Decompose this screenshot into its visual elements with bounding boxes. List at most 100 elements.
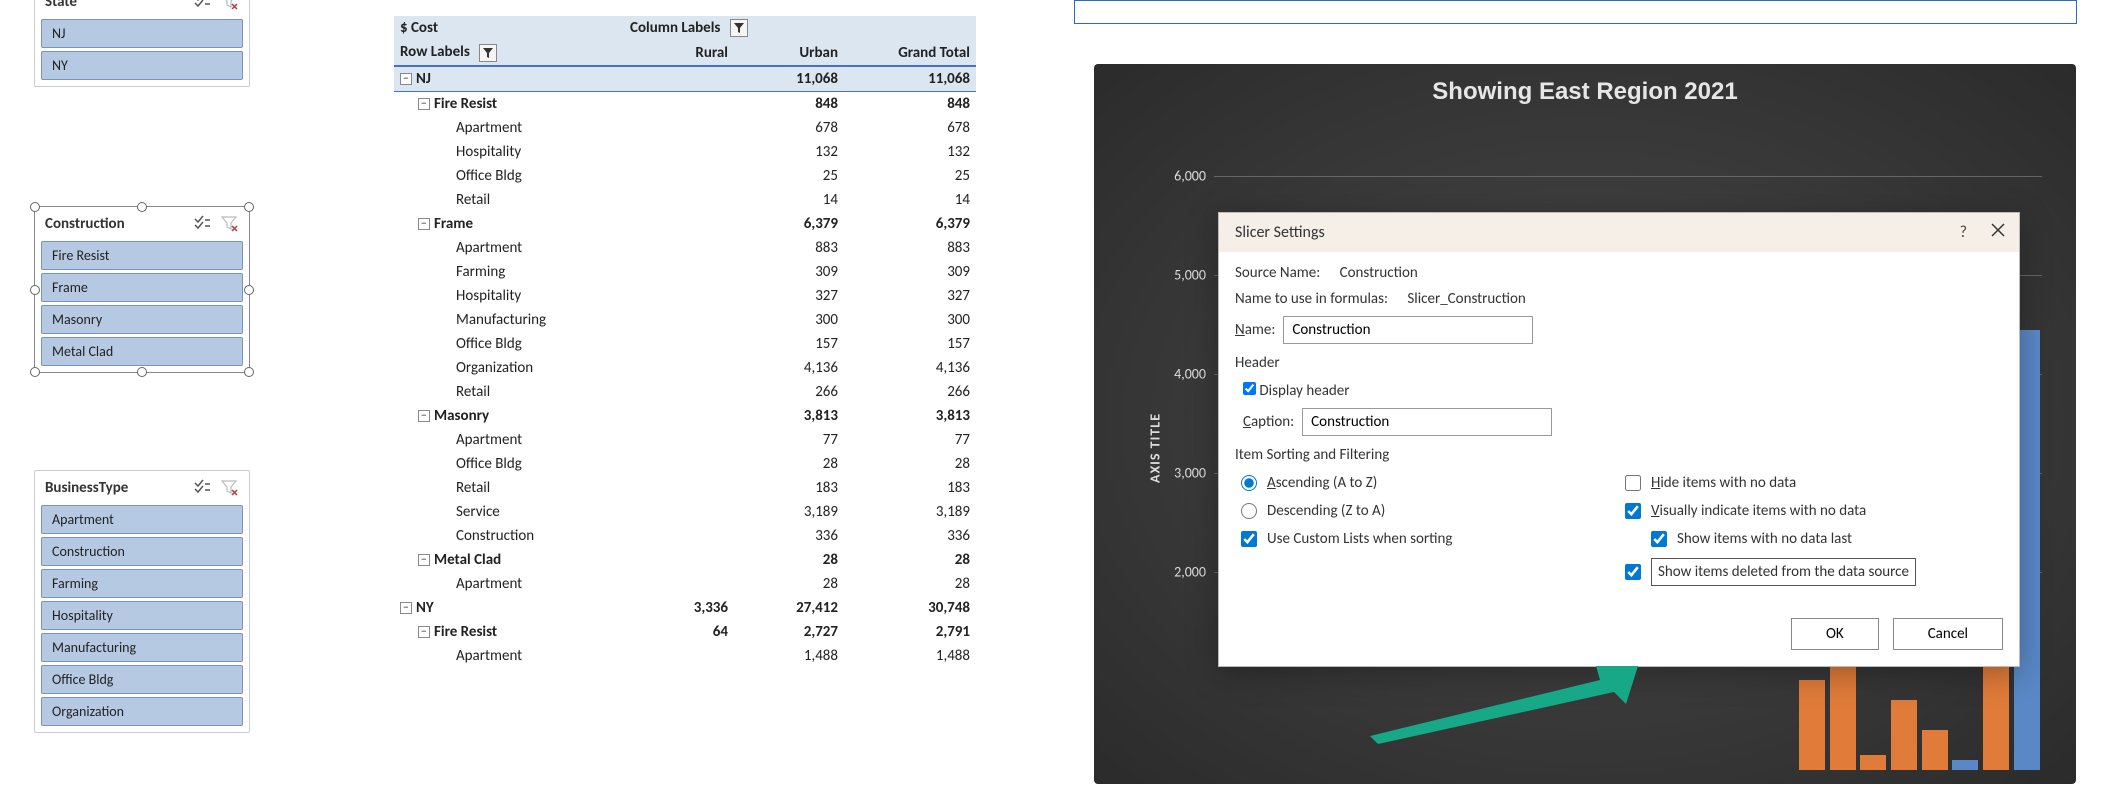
slicer-item-construction[interactable]: Construction	[41, 537, 243, 566]
collapse-icon[interactable]: −	[418, 218, 430, 230]
slicer-item-masonry[interactable]: Masonry	[41, 305, 243, 334]
pivot-row[interactable]: Office Bldg2525	[394, 164, 976, 188]
pivot-row[interactable]: Office Bldg2828	[394, 452, 976, 476]
pivot-row[interactable]: Manufacturing300300	[394, 308, 976, 332]
pivot-row[interactable]: Organization4,1364,136	[394, 356, 976, 380]
slicer-item-hospitality[interactable]: Hospitality	[41, 601, 243, 630]
pivot-row[interactable]: Apartment1,4881,488	[394, 644, 976, 668]
resize-handle[interactable]	[244, 202, 254, 212]
name-input[interactable]	[1283, 316, 1533, 344]
pivot-cell: 336	[734, 524, 844, 548]
slicer-businesstype-items: Apartment Construction Farming Hospitali…	[39, 505, 245, 728]
collapse-icon[interactable]: −	[418, 410, 430, 422]
slicer-state-title: State	[45, 0, 77, 11]
resize-handle[interactable]	[244, 285, 254, 295]
column-filter-icon[interactable]	[730, 19, 748, 37]
pivot-cell: 3,189	[844, 500, 976, 524]
collapse-icon[interactable]: −	[400, 602, 412, 614]
pivot-row[interactable]: Apartment2828	[394, 572, 976, 596]
resize-handle[interactable]	[244, 367, 254, 377]
slicer-construction-title: Construction	[45, 215, 125, 233]
help-icon[interactable]: ?	[1960, 223, 1967, 242]
cancel-button[interactable]: Cancel	[1893, 618, 2003, 650]
pivot-row[interactable]: Retail1414	[394, 188, 976, 212]
y-tick-label: 3,000	[1174, 464, 1206, 481]
resize-handle[interactable]	[137, 367, 147, 377]
pivot-cell: 77	[734, 428, 844, 452]
pivot-table[interactable]: $ Cost Column Labels Row Labels Rural Ur…	[394, 16, 976, 668]
pivot-row[interactable]: −Metal Clad2828	[394, 548, 976, 572]
slicer-item-office[interactable]: Office Bldg	[41, 665, 243, 694]
caption-input[interactable]	[1302, 408, 1552, 436]
slicer-construction[interactable]: Construction Fire Resist Frame Masonry M…	[34, 206, 250, 373]
pivot-row[interactable]: Apartment883883	[394, 236, 976, 260]
clear-filter-icon[interactable]	[221, 215, 239, 233]
pivot-row-label: Frame	[434, 215, 473, 233]
pivot-cell: 183	[734, 476, 844, 500]
multiselect-icon[interactable]	[193, 0, 211, 11]
dialog-titlebar[interactable]: Slicer Settings ?	[1219, 213, 2019, 252]
pivot-row[interactable]: −Frame6,3796,379	[394, 212, 976, 236]
pivot-row[interactable]: Construction336336	[394, 524, 976, 548]
slicer-item-metal-clad[interactable]: Metal Clad	[41, 337, 243, 366]
slicer-businesstype[interactable]: BusinessType Apartment Construction Farm…	[34, 470, 250, 733]
pivot-row[interactable]: Service3,1893,189	[394, 500, 976, 524]
slicer-state[interactable]: State NJ NY	[34, 0, 250, 87]
clear-filter-icon[interactable]	[221, 0, 239, 11]
resize-handle[interactable]	[30, 202, 40, 212]
pivot-row-label: Apartment	[456, 575, 522, 593]
slicer-item-frame[interactable]: Frame	[41, 273, 243, 302]
pivot-cell: 28	[734, 452, 844, 476]
pivot-cell	[624, 452, 734, 476]
slicer-item-organization[interactable]: Organization	[41, 697, 243, 726]
pivot-cell	[624, 164, 734, 188]
pivot-row[interactable]: −NJ11,06811,068	[394, 66, 976, 92]
slicer-item-fire-resist[interactable]: Fire Resist	[41, 241, 243, 270]
pivot-row[interactable]: −NY3,33627,41230,748	[394, 596, 976, 620]
multiselect-icon[interactable]	[193, 215, 211, 233]
multiselect-icon[interactable]	[193, 479, 211, 497]
pivot-row[interactable]: Apartment678678	[394, 116, 976, 140]
pivot-row[interactable]: −Masonry3,8133,813	[394, 404, 976, 428]
slicer-item-apartment[interactable]: Apartment	[41, 505, 243, 534]
pivot-row[interactable]: Office Bldg157157	[394, 332, 976, 356]
pivot-row[interactable]: Hospitality327327	[394, 284, 976, 308]
pivot-cell: 3,813	[734, 404, 844, 428]
pivot-row[interactable]: −Fire Resist848848	[394, 91, 976, 116]
slicer-item-farming[interactable]: Farming	[41, 569, 243, 598]
pivot-cell: 883	[844, 236, 976, 260]
clear-filter-icon[interactable]	[221, 479, 239, 497]
pivot-row[interactable]: Retail183183	[394, 476, 976, 500]
descending-radio[interactable]: Descending (Z to A)	[1241, 502, 1385, 520]
display-header-checkbox[interactable]: Display header	[1243, 382, 1349, 400]
use-custom-lists-checkbox[interactable]: Use Custom Lists when sorting	[1241, 530, 1452, 548]
collapse-icon[interactable]: −	[400, 73, 412, 85]
pivot-row[interactable]: Farming309309	[394, 260, 976, 284]
resize-handle[interactable]	[137, 202, 147, 212]
row-filter-icon[interactable]	[479, 44, 497, 62]
pivot-cell	[624, 428, 734, 452]
collapse-icon[interactable]: −	[418, 554, 430, 566]
collapse-icon[interactable]: −	[418, 626, 430, 638]
dialog-title-text: Slicer Settings	[1235, 223, 1325, 242]
slicer-item-nj[interactable]: NJ	[41, 19, 243, 48]
pivot-cell: 183	[844, 476, 976, 500]
close-icon[interactable]	[1991, 223, 2005, 242]
pivot-row[interactable]: Hospitality132132	[394, 140, 976, 164]
formula-bar-cutoff[interactable]	[1074, 0, 2077, 24]
collapse-icon[interactable]: −	[418, 98, 430, 110]
visually-indicate-checkbox[interactable]: Visually indicate items with no data	[1625, 502, 1866, 520]
resize-handle[interactable]	[30, 285, 40, 295]
pivot-cell: 11,068	[844, 66, 976, 92]
resize-handle[interactable]	[30, 367, 40, 377]
slicer-item-manufacturing[interactable]: Manufacturing	[41, 633, 243, 662]
pivot-row[interactable]: −Fire Resist642,7272,791	[394, 620, 976, 644]
hide-nodata-checkbox[interactable]: Hide items with no data	[1625, 474, 1796, 492]
show-deleted-checkbox[interactable]: Show items deleted from the data source	[1625, 558, 1916, 586]
pivot-row[interactable]: Retail266266	[394, 380, 976, 404]
ok-button[interactable]: OK	[1791, 618, 1879, 650]
slicer-item-ny[interactable]: NY	[41, 51, 243, 80]
ascending-radio[interactable]: Ascending (A to Z)	[1241, 474, 1377, 492]
pivot-row[interactable]: Apartment7777	[394, 428, 976, 452]
show-nodata-last-checkbox[interactable]: Show items with no data last	[1651, 530, 1852, 548]
